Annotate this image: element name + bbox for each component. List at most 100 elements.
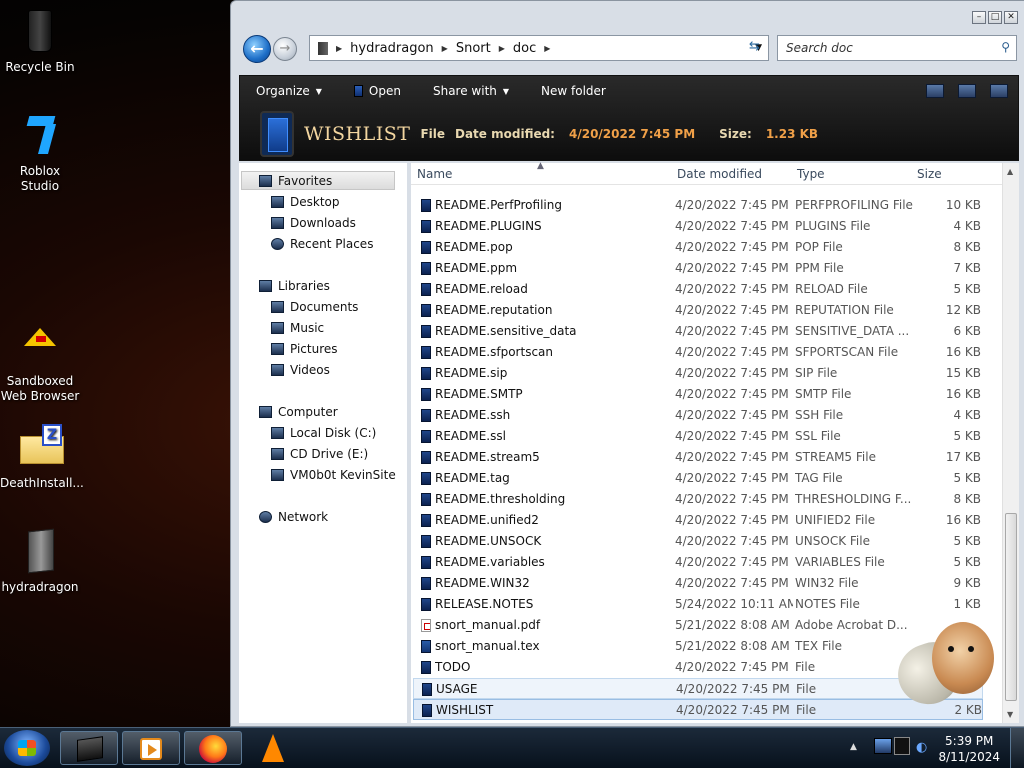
taskbar-firefox[interactable] [184, 731, 242, 765]
desktop-icon-sandboxed-browser[interactable]: Sandboxed Web Browser [0, 322, 80, 404]
show-hidden-icons-icon[interactable]: ▲ [850, 742, 857, 752]
table-row[interactable]: README.stream5 4/20/2022 7:45 PM STREAM5 F… [413, 447, 983, 468]
windows-logo-icon [18, 740, 36, 756]
table-row[interactable]: README.variables 4/20/2022 7:45 PM VARIABL… [413, 552, 983, 573]
help-icon[interactable] [990, 84, 1008, 98]
nav-music[interactable]: Music [271, 319, 324, 337]
show-desktop-button[interactable] [1010, 728, 1024, 768]
column-size[interactable]: Size [917, 167, 942, 181]
nav-label: Music [290, 321, 325, 335]
nav-cd-drive[interactable]: CD Drive (E:) [271, 445, 368, 463]
table-row[interactable]: README.PLUGINS 4/20/2022 7:45 PM PLUGINS F… [413, 216, 983, 237]
desktop-icon-recycle-bin[interactable]: Recycle Bin [0, 8, 80, 75]
desktop-icon-hydradragon[interactable]: hydradragon [0, 528, 80, 595]
details-date-value: 4/20/2022 7:45 PM [568, 127, 696, 141]
taskbar-explorer-folder[interactable] [60, 731, 118, 765]
size-cell: 10 KB [945, 198, 981, 212]
new-folder-button[interactable]: New folder [525, 84, 622, 98]
column-name[interactable]: Name [417, 167, 452, 181]
breadcrumb-doc[interactable]: doc [513, 41, 536, 56]
nav-vm-site[interactable]: VM0b0t KevinSite [271, 466, 396, 484]
display-tray-icon[interactable] [894, 737, 910, 755]
nav-favorites[interactable]: Favorites [259, 172, 332, 190]
date-modified-cell: 4/20/2022 7:45 PM [675, 429, 789, 443]
network-tray-icon[interactable] [874, 738, 892, 754]
nav-documents[interactable]: Documents [271, 298, 358, 316]
column-type[interactable]: Type [797, 167, 825, 181]
breadcrumb-separator-icon[interactable]: ▶ [544, 44, 550, 53]
search-input[interactable]: Search doc ⚲ [777, 35, 1017, 61]
table-row[interactable]: README.ssh 4/20/2022 7:45 PM SSH File 4 KB [413, 405, 983, 426]
desktop-icon-roblox-studio[interactable]: Roblox Studio [0, 112, 80, 194]
table-row[interactable]: README.tag 4/20/2022 7:45 PM TAG File 5 KB [413, 468, 983, 489]
maximize-icon[interactable]: □ [988, 11, 1002, 24]
nav-network[interactable]: Network [259, 508, 328, 526]
nav-desktop[interactable]: Desktop [271, 193, 340, 211]
date-modified-cell: 4/20/2022 7:45 PM [675, 555, 789, 569]
nav-pictures[interactable]: Pictures [271, 340, 338, 358]
desktop-icon-deathinstall[interactable]: Z DeathInstall... [0, 424, 84, 491]
start-button[interactable] [4, 730, 50, 766]
table-row[interactable]: README.reload 4/20/2022 7:45 PM RELOAD Fil… [413, 279, 983, 300]
date-modified-cell: 4/20/2022 7:45 PM [675, 345, 789, 359]
table-row[interactable]: README.UNSOCK 4/20/2022 7:45 PM UNSOCK Fil… [413, 531, 983, 552]
file-icon [421, 514, 431, 527]
preview-pane-icon[interactable] [958, 84, 976, 98]
table-row[interactable]: README.pop 4/20/2022 7:45 PM POP File 8 KB [413, 237, 983, 258]
nav-libraries[interactable]: Libraries [259, 277, 330, 295]
nav-downloads[interactable]: Downloads [271, 214, 356, 232]
clock[interactable]: 5:39 PM 8/11/2024 [938, 733, 1000, 765]
forward-button[interactable]: → [273, 37, 297, 61]
close-icon[interactable]: ✕ [1004, 11, 1018, 24]
table-row[interactable]: README.ssl 4/20/2022 7:45 PM SSL File 5 KB [413, 426, 983, 447]
date-modified-cell: 5/21/2022 8:08 AM [675, 618, 790, 632]
address-bar[interactable]: ▶ hydradragon ▶ Snort ▶ doc ▶ ▼ [309, 35, 769, 61]
new-folder-label: New folder [541, 84, 606, 98]
minimize-icon[interactable]: – [972, 11, 986, 24]
date-modified-cell: 4/20/2022 7:45 PM [675, 240, 789, 254]
table-row[interactable]: README.sensitive_data 4/20/2022 7:45 PM SE… [413, 321, 983, 342]
open-button[interactable]: Open [338, 84, 417, 98]
file-icon [421, 661, 431, 674]
table-row[interactable]: README.unified2 4/20/2022 7:45 PM UNIFIED2… [413, 510, 983, 531]
table-row[interactable]: README.PerfProfiling 4/20/2022 7:45 PM PER… [413, 195, 983, 216]
scrollbar-thumb[interactable] [1005, 513, 1017, 701]
file-icon [421, 262, 431, 275]
size-cell: 1 KB [953, 597, 981, 611]
taskbar-vlc[interactable] [256, 732, 290, 766]
table-row[interactable]: README.sip 4/20/2022 7:45 PM SIP File 15 KB [413, 363, 983, 384]
language-tray-icon[interactable]: ◐ [916, 740, 927, 755]
table-row[interactable]: README.WIN32 4/20/2022 7:45 PM WIN32 File 9… [413, 573, 983, 594]
scroll-up-icon[interactable]: ▲ [1007, 167, 1013, 176]
taskbar-media-player[interactable] [122, 731, 180, 765]
file-icon [421, 388, 431, 401]
table-row[interactable]: README.sfportscan 4/20/2022 7:45 PM SFPORT… [413, 342, 983, 363]
file-icon [421, 598, 431, 611]
breadcrumb-snort[interactable]: Snort [456, 41, 491, 56]
table-row[interactable]: README.thresholding 4/20/2022 7:45 PM THRE… [413, 489, 983, 510]
breadcrumb-separator-icon[interactable]: ▶ [499, 44, 505, 53]
breadcrumb-separator-icon[interactable]: ▶ [442, 44, 448, 53]
organize-button[interactable]: Organize ▼ [240, 84, 338, 98]
nav-videos[interactable]: Videos [271, 361, 330, 379]
type-cell: SFPORTSCAN File [795, 345, 899, 359]
table-row[interactable]: README.ppm 4/20/2022 7:45 PM PPM File 7 KB [413, 258, 983, 279]
view-options-icon[interactable] [926, 84, 944, 98]
nav-recent-places[interactable]: Recent Places [271, 235, 373, 253]
date-modified-cell: 4/20/2022 7:45 PM [675, 261, 789, 275]
breadcrumb-hydradragon[interactable]: hydradragon [350, 41, 434, 56]
table-row[interactable]: README.reputation 4/20/2022 7:45 PM REPUTA… [413, 300, 983, 321]
table-row[interactable]: README.SMTP 4/20/2022 7:45 PM SMTP File 16 … [413, 384, 983, 405]
back-button[interactable]: ← [243, 35, 271, 63]
breadcrumb-separator-icon[interactable]: ▶ [336, 44, 342, 53]
date-modified-cell: 4/20/2022 7:45 PM [675, 282, 789, 296]
column-date-modified[interactable]: Date modified [677, 167, 762, 181]
vertical-scrollbar[interactable]: ▲ ▼ [1002, 163, 1019, 723]
share-with-button[interactable]: Share with ▼ [417, 84, 525, 98]
nav-computer[interactable]: Computer [259, 403, 338, 421]
table-row[interactable]: RELEASE.NOTES 5/24/2022 10:11 AM NOTES Fil… [413, 594, 983, 615]
search-icon[interactable]: ⚲ [1001, 40, 1010, 54]
nav-local-disk[interactable]: Local Disk (C:) [271, 424, 376, 442]
scroll-down-icon[interactable]: ▼ [1007, 710, 1013, 719]
refresh-icon[interactable]: ⇆ [749, 39, 760, 54]
